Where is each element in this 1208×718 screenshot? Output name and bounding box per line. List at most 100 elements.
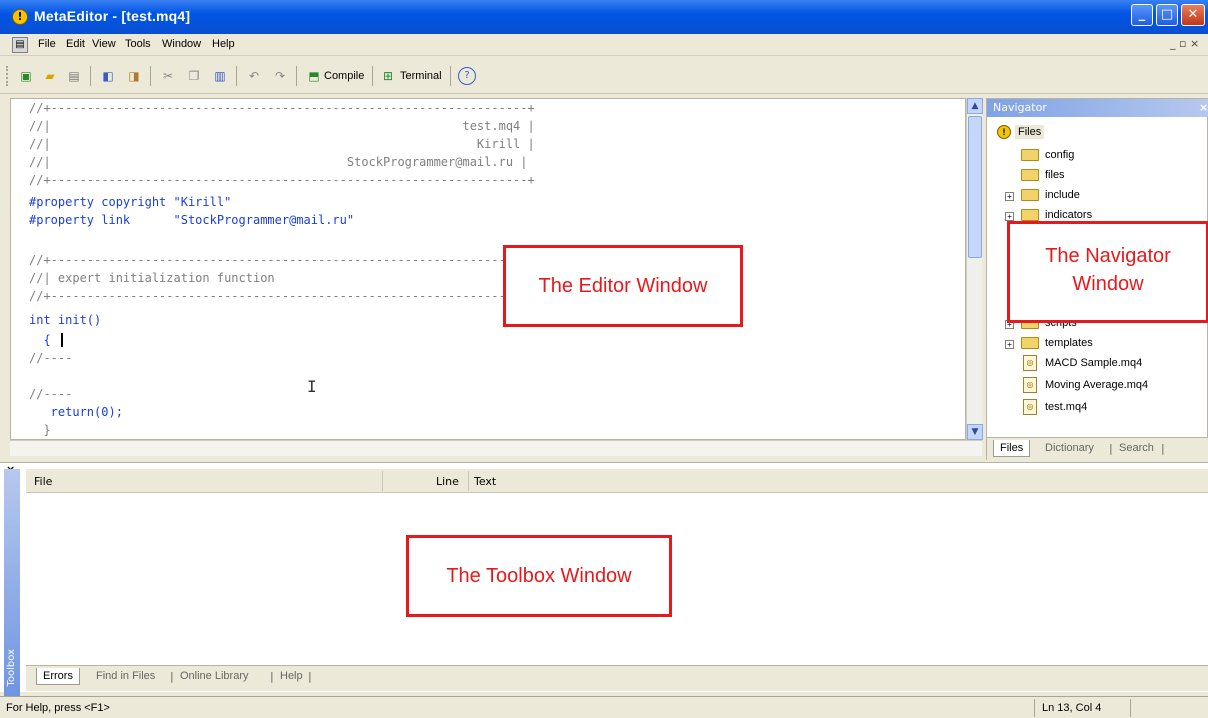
minimize-button[interactable]: _	[1131, 4, 1153, 26]
code-line: //| expert initialization function |	[29, 271, 535, 285]
expand-icon[interactable]: +	[1005, 212, 1014, 221]
copy-icon[interactable]: ❐	[184, 66, 204, 86]
title-bar: ! MetaEditor - [test.mq4] _ □ ✕	[0, 0, 1208, 34]
open-folder-icon[interactable]: ▰	[40, 66, 60, 86]
status-divider	[1034, 699, 1035, 717]
cursor-position: Ln 13, Col 4	[1042, 702, 1102, 714]
mq4-file-icon: ◎	[1023, 377, 1037, 393]
compile-button[interactable]: Compile	[324, 70, 364, 82]
column-divider	[382, 471, 383, 491]
scroll-up-icon[interactable]: ▲	[967, 98, 983, 114]
toolbox-toggle-icon[interactable]: ◨	[124, 66, 144, 86]
tab-online-library[interactable]: Online Library	[180, 670, 248, 682]
tree-root-files[interactable]: Files	[1015, 125, 1045, 139]
menu-bar: ▤ File Edit View Tools Window Help _ ▫ ×	[0, 34, 1208, 56]
code-line: //+-------------------------------------…	[29, 101, 535, 115]
code-line: //----	[29, 351, 73, 365]
help-icon[interactable]: ?	[458, 67, 476, 85]
toolbar-separator	[450, 66, 451, 86]
tab-help[interactable]: Help	[280, 670, 303, 682]
tab-search[interactable]: Search	[1119, 442, 1154, 454]
status-bar: For Help, press <F1> Ln 13, Col 4	[0, 696, 1208, 718]
tab-divider: |	[170, 670, 174, 683]
tree-item-test[interactable]: test.mq4	[1045, 401, 1087, 413]
navigator-close-icon[interactable]: ×	[1199, 101, 1208, 114]
editor-annotation: The Editor Window	[503, 245, 743, 327]
menu-view[interactable]: View	[92, 38, 116, 50]
column-divider	[468, 471, 469, 491]
toolbar-separator	[90, 66, 91, 86]
tree-item-include[interactable]: include	[1045, 189, 1080, 201]
tree-item-config[interactable]: config	[1045, 149, 1074, 161]
navigator-tabs: Files Dictionary | Search |	[987, 437, 1208, 461]
save-icon[interactable]: ▤	[64, 66, 84, 86]
compile-icon[interactable]: ⬒	[304, 66, 324, 86]
cut-icon[interactable]: ✂	[158, 66, 178, 86]
tree-item-indicators[interactable]: indicators	[1045, 209, 1092, 221]
menu-window[interactable]: Window	[162, 38, 201, 50]
toolbox-panel: × Toolbox File Line Text The Toolbox Win…	[0, 462, 1208, 697]
status-help-text: For Help, press <F1>	[6, 702, 110, 714]
files-root-icon: !	[997, 125, 1011, 139]
code-line: //| StockProgrammer@mail.ru |	[29, 155, 528, 169]
tree-item-macd-sample[interactable]: MACD Sample.mq4	[1045, 357, 1142, 369]
code-line: //+-------------------------------------…	[29, 253, 535, 267]
tab-divider: |	[1109, 442, 1113, 455]
mq4-file-icon: ◎	[1023, 355, 1037, 371]
scroll-down-icon[interactable]: ▼	[967, 424, 983, 440]
navigator-panel: Navigator × ! Files config files + inclu…	[986, 98, 1208, 461]
navigator-toggle-icon[interactable]: ◧	[98, 66, 118, 86]
terminal-button[interactable]: Terminal	[400, 70, 442, 82]
scroll-thumb[interactable]	[968, 116, 982, 258]
expand-icon[interactable]: +	[1005, 340, 1014, 349]
i-beam-cursor-icon: I	[307, 377, 317, 396]
toolbar-separator	[296, 66, 297, 86]
mdi-controls[interactable]: _ ▫ ×	[1170, 37, 1199, 50]
folder-icon	[1021, 189, 1039, 201]
code-line: {	[29, 333, 51, 347]
code-line: }	[29, 423, 51, 437]
tab-divider: |	[1161, 442, 1165, 455]
tree-item-moving-average[interactable]: Moving Average.mq4	[1045, 379, 1148, 391]
code-line: //+-------------------------------------…	[29, 289, 535, 303]
menu-edit[interactable]: Edit	[66, 38, 85, 50]
redo-icon[interactable]: ↷	[270, 66, 290, 86]
app-icon: !	[12, 9, 28, 25]
window-title: MetaEditor - [test.mq4]	[34, 8, 191, 24]
results-header: File Line Text	[26, 469, 1208, 493]
code-line: return(0);	[29, 405, 123, 419]
new-file-icon[interactable]: ▣	[16, 66, 36, 86]
folder-icon	[1021, 209, 1039, 221]
menu-file[interactable]: File	[38, 38, 56, 50]
menu-help[interactable]: Help	[212, 38, 235, 50]
editor-horizontal-scrollbar[interactable]	[10, 440, 982, 456]
maximize-button[interactable]: □	[1156, 4, 1178, 26]
code-line: #property copyright "Kirill"	[29, 195, 232, 209]
undo-icon[interactable]: ↶	[244, 66, 264, 86]
folder-icon	[1021, 169, 1039, 181]
expand-icon[interactable]: +	[1005, 192, 1014, 201]
column-file[interactable]: File	[34, 475, 52, 488]
code-line: #property link "StockProgrammer@mail.ru"	[29, 213, 355, 227]
terminal-icon[interactable]: ⊞	[378, 66, 398, 86]
tab-dictionary[interactable]: Dictionary	[1045, 442, 1094, 454]
toolbar-separator	[150, 66, 151, 86]
code-line: //| Kirill |	[29, 137, 535, 151]
tab-divider: |	[308, 670, 312, 683]
toolbox-sidebar: Toolbox	[4, 469, 20, 697]
tree-item-templates[interactable]: templates	[1045, 337, 1093, 349]
column-text[interactable]: Text	[474, 475, 496, 488]
paste-icon[interactable]: ▥	[210, 66, 230, 86]
document-icon[interactable]: ▤	[12, 37, 28, 53]
tab-files[interactable]: Files	[993, 440, 1031, 457]
tab-errors[interactable]: Errors	[36, 668, 80, 685]
tree-item-files[interactable]: files	[1045, 169, 1065, 181]
menu-tools[interactable]: Tools	[125, 38, 151, 50]
tab-find-in-files[interactable]: Find in Files	[96, 670, 155, 682]
column-line[interactable]: Line	[436, 475, 459, 488]
navigator-title: Navigator	[987, 99, 1208, 117]
code-editor[interactable]: //+-------------------------------------…	[10, 98, 966, 440]
toolbox-tabs: Errors Find in Files | Online Library | …	[26, 665, 1208, 691]
editor-vertical-scrollbar[interactable]: ▲ ▼	[966, 98, 983, 440]
close-button[interactable]: ✕	[1181, 4, 1205, 26]
